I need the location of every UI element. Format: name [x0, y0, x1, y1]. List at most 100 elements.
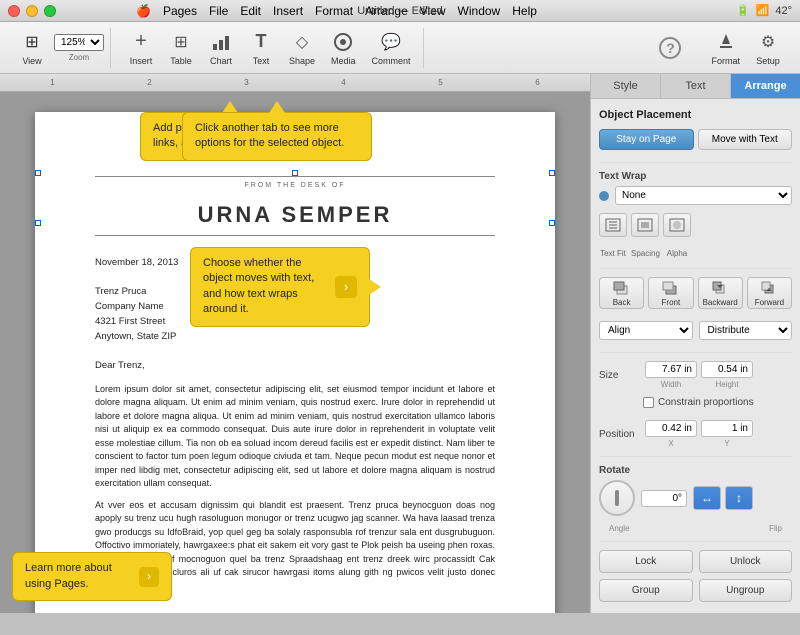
text-button[interactable]: T Text: [243, 26, 279, 70]
zoom-label: Zoom: [69, 53, 89, 62]
front-btn[interactable]: Front: [648, 277, 693, 309]
width-label: Width: [661, 380, 681, 389]
rotate-indicator: [615, 490, 619, 506]
size-row: Size Width Height: [599, 361, 792, 389]
width-input-box: Width: [645, 361, 697, 389]
header-top-line: [95, 176, 495, 177]
close-button[interactable]: [8, 5, 20, 17]
lock-btn[interactable]: Lock: [599, 550, 693, 573]
zoom-select[interactable]: 125% 100% 75%: [54, 34, 104, 51]
letter-paragraph-1: Lorem ipsum dolor sit amet, consectetur …: [95, 383, 495, 491]
selection-handle-tm[interactable]: [292, 170, 298, 176]
distribute-select[interactable]: Distribute: [699, 321, 793, 340]
wrap-row-labels: Text Fit Spacing Alpha: [599, 249, 792, 258]
minimize-button[interactable]: [26, 5, 38, 17]
selection-handle-br[interactable]: [549, 220, 555, 226]
table-icon: ⊞: [169, 30, 193, 54]
group-btn[interactable]: Group: [599, 579, 693, 602]
stay-on-page-btn[interactable]: Stay on Page: [599, 129, 694, 150]
ungroup-btn[interactable]: Ungroup: [699, 579, 793, 602]
wrap-select[interactable]: None Around Above and Below: [615, 186, 792, 205]
selection-handle-bl[interactable]: [35, 220, 41, 226]
insert-icon: +: [129, 30, 153, 54]
menu-edit[interactable]: Edit: [240, 4, 261, 18]
sidebar: Style Text Arrange Object Placement Stay…: [590, 74, 800, 613]
front-label: Front: [662, 298, 681, 307]
flip-horizontal-btn[interactable]: ↔: [693, 486, 721, 510]
tab-tip-callout: Click another tab to see more options fo…: [182, 112, 372, 161]
angle-label: Angle: [609, 524, 629, 533]
learn-more-callout: Learn more about using Pages. ›: [12, 552, 172, 601]
text-fit-btn[interactable]: [599, 213, 627, 237]
flip-vertical-btn[interactable]: ↕: [725, 486, 753, 510]
alpha-btn[interactable]: [663, 213, 691, 237]
size-section: Size Width Height Constrain p: [599, 361, 792, 408]
y-input[interactable]: [701, 420, 753, 437]
setup-button[interactable]: ⚙ Setup: [750, 26, 786, 70]
callout-arrow-up-tab: [269, 101, 285, 113]
height-input[interactable]: [701, 361, 753, 378]
menu-format[interactable]: Format: [315, 4, 353, 18]
shape-label: Shape: [289, 56, 315, 66]
angle-input[interactable]: [641, 490, 687, 507]
group-ungroup-row: Group Ungroup: [599, 579, 792, 602]
wifi-icon: 📶: [756, 4, 770, 17]
divider-4: [599, 456, 792, 457]
text-fit-label: Text Fit: [599, 249, 627, 258]
setup-icon: ⚙: [756, 30, 780, 54]
header-bottom-line: [95, 235, 495, 236]
menu-pages[interactable]: Pages: [163, 4, 197, 18]
document-scroll[interactable]: Add page numbers, breaks, links, and mor…: [0, 92, 590, 613]
tab-text[interactable]: Text: [661, 74, 731, 98]
constrain-checkbox[interactable]: [643, 397, 654, 408]
format-icon: [714, 30, 738, 54]
move-with-text-btn[interactable]: Move with Text: [698, 129, 793, 150]
format-button[interactable]: Format: [705, 26, 746, 70]
rotate-label-row: Angle Flip: [599, 524, 792, 533]
format-label: Format: [711, 56, 740, 66]
align-select[interactable]: Align: [599, 321, 693, 340]
menu-file[interactable]: File: [209, 4, 228, 18]
menu-insert[interactable]: Insert: [273, 4, 303, 18]
learn-more-text: Learn more about using Pages.: [25, 561, 131, 592]
wrap-tip-callout: Choose whether the object moves with tex…: [190, 247, 370, 327]
spacing-btn[interactable]: [631, 213, 659, 237]
unlock-btn[interactable]: Unlock: [699, 550, 793, 573]
help-group: ?: [647, 28, 693, 68]
back-btn[interactable]: Back: [599, 277, 644, 309]
divider-1: [599, 162, 792, 163]
menu-window[interactable]: Window: [458, 4, 501, 18]
x-input[interactable]: [645, 420, 697, 437]
chart-button[interactable]: Chart: [203, 26, 239, 70]
tab-arrange[interactable]: Arrange: [731, 74, 800, 98]
media-button[interactable]: Media: [325, 26, 362, 70]
width-input[interactable]: [645, 361, 697, 378]
maximize-button[interactable]: [44, 5, 56, 17]
help-icon: ?: [659, 37, 681, 59]
forward-btn[interactable]: Forward: [747, 277, 792, 309]
window-controls[interactable]: [8, 5, 56, 17]
letter-salutation: Dear Trenz,: [95, 359, 495, 373]
window-title: Untitled — Edited: [357, 5, 443, 17]
zoom-control[interactable]: 125% 100% 75% Zoom: [54, 34, 104, 62]
tab-style[interactable]: Style: [591, 74, 661, 98]
table-button[interactable]: ⊞ Table: [163, 26, 199, 70]
wrap-radio[interactable]: [599, 191, 609, 201]
learn-more-chevron[interactable]: ›: [139, 567, 159, 587]
shape-button[interactable]: ◇ Shape: [283, 26, 321, 70]
object-placement-section: Object Placement Stay on Page Move with …: [599, 109, 792, 150]
insert-button[interactable]: + Insert: [123, 26, 159, 70]
selection-handle-tl[interactable]: [35, 170, 41, 176]
menu-help[interactable]: Help: [512, 4, 537, 18]
header-from-text: FROM THE DESK OF: [95, 181, 495, 192]
selection-handle-tr[interactable]: [549, 170, 555, 176]
comment-label: Comment: [372, 56, 411, 66]
forward-label: Forward: [755, 298, 784, 307]
rotate-wheel[interactable]: [599, 480, 635, 516]
position-row: Position X Y: [599, 420, 792, 448]
apple-menu[interactable]: 🍎: [136, 4, 151, 18]
backward-btn[interactable]: Backward: [698, 277, 743, 309]
help-button[interactable]: ?: [653, 33, 687, 63]
view-button[interactable]: ⊞ View: [14, 26, 50, 70]
comment-button[interactable]: 💬 Comment: [366, 26, 417, 70]
